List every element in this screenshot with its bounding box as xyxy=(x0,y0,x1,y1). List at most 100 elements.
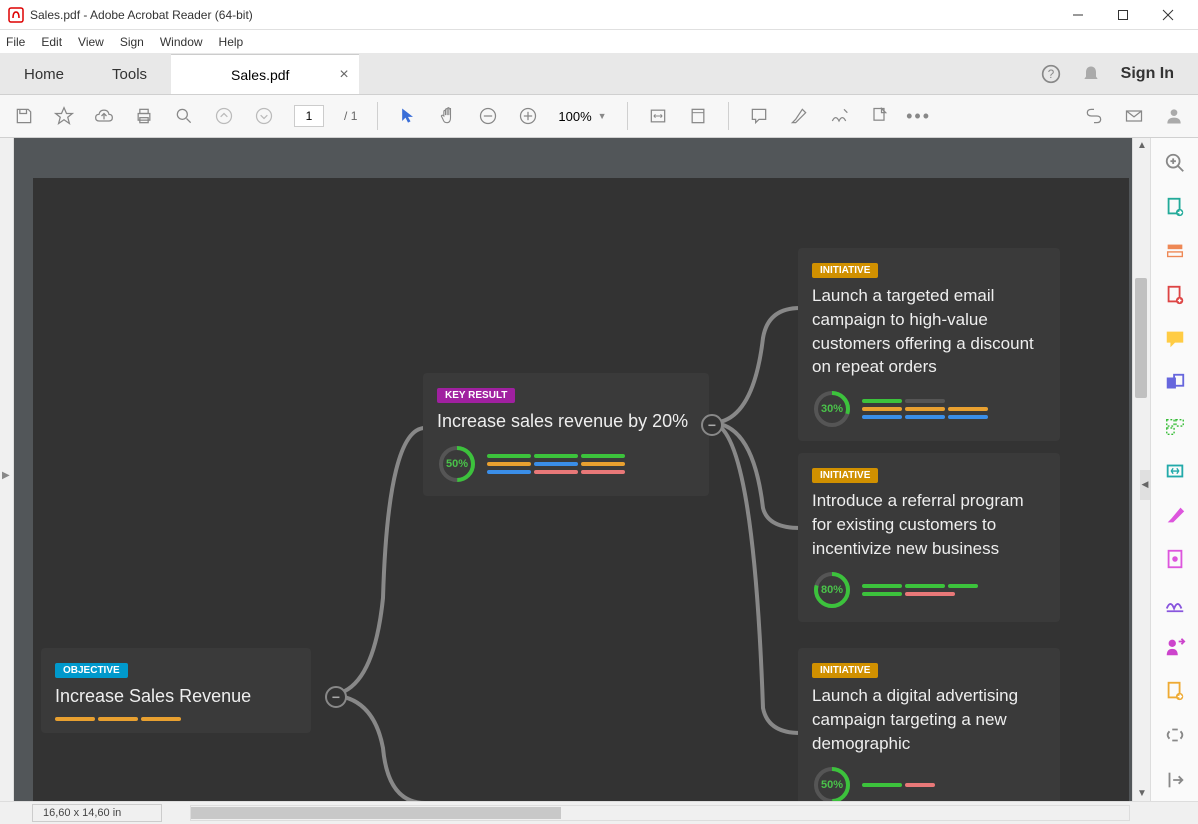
close-button[interactable] xyxy=(1145,0,1190,30)
bell-icon[interactable] xyxy=(1081,64,1101,84)
zoom-out-icon[interactable] xyxy=(478,106,498,126)
more-icon[interactable]: ••• xyxy=(909,106,929,126)
organize-icon[interactable] xyxy=(1164,416,1186,438)
redact-icon[interactable] xyxy=(1164,504,1186,526)
acrobat-icon xyxy=(8,7,24,23)
initiative-3-title: Launch a digital advertising campaign ta… xyxy=(812,684,1046,755)
fit-page-icon[interactable] xyxy=(688,106,708,126)
link-icon[interactable] xyxy=(1084,106,1104,126)
node-initiative-1: INITIATIVE Launch a targeted email campa… xyxy=(798,248,1060,441)
save-icon[interactable] xyxy=(14,106,34,126)
tab-home[interactable]: Home xyxy=(0,54,88,94)
maximize-button[interactable] xyxy=(1100,0,1145,30)
fit-width-icon[interactable] xyxy=(648,106,668,126)
scroll-down-icon[interactable]: ▼ xyxy=(1137,788,1147,799)
combine-icon[interactable] xyxy=(1164,372,1186,394)
initiative-2-title: Introduce a referral program for existin… xyxy=(812,489,1046,560)
tag-objective: OBJECTIVE xyxy=(55,663,128,678)
tag-initiative: INITIATIVE xyxy=(812,263,878,278)
right-tools-sidebar xyxy=(1150,138,1198,801)
tab-tools[interactable]: Tools xyxy=(88,54,171,94)
node-initiative-2: INITIATIVE Introduce a referral program … xyxy=(798,453,1060,622)
sign-icon[interactable] xyxy=(829,106,849,126)
expand-panel-icon[interactable] xyxy=(1164,769,1186,791)
zoom-in-icon[interactable] xyxy=(518,106,538,126)
hscroll-thumb[interactable] xyxy=(191,807,561,819)
page-down-icon[interactable] xyxy=(254,106,274,126)
star-icon[interactable] xyxy=(54,106,74,126)
separator xyxy=(627,102,628,130)
sign-in-link[interactable]: Sign In xyxy=(1121,65,1174,83)
send-comments-icon[interactable] xyxy=(1164,680,1186,702)
tag-initiative: INITIATIVE xyxy=(812,468,878,483)
initiative-1-title: Launch a targeted email campaign to high… xyxy=(812,284,1046,379)
node-key-result: KEY RESULT Increase sales revenue by 20%… xyxy=(423,373,709,496)
tab-document[interactable]: Sales.pdf × xyxy=(171,54,359,94)
highlight-icon[interactable] xyxy=(789,106,809,126)
collapse-toggle[interactable]: − xyxy=(325,686,347,708)
help-icon[interactable]: ? xyxy=(1041,64,1061,84)
request-sign-icon[interactable] xyxy=(1164,636,1186,658)
fill-sign-icon[interactable] xyxy=(1164,592,1186,614)
progress-ring: 50% xyxy=(812,765,852,801)
menu-window[interactable]: Window xyxy=(160,35,203,49)
separator xyxy=(728,102,729,130)
minimize-button[interactable] xyxy=(1055,0,1100,30)
edit-pdf-icon[interactable] xyxy=(1164,240,1186,262)
scroll-thumb[interactable] xyxy=(1135,278,1147,398)
stamp-icon[interactable] xyxy=(869,106,889,126)
objective-bars xyxy=(55,717,297,721)
search-plus-icon[interactable] xyxy=(1164,152,1186,174)
menu-view[interactable]: View xyxy=(78,35,104,49)
comment-tool-icon[interactable] xyxy=(1164,328,1186,350)
tab-close-icon[interactable]: × xyxy=(339,66,348,84)
expand-right-icon[interactable]: ▶ xyxy=(2,470,10,481)
scroll-up-icon[interactable]: ▲ xyxy=(1137,140,1147,151)
window-title: Sales.pdf - Adobe Acrobat Reader (64-bit… xyxy=(30,8,1055,22)
objective-title: Increase Sales Revenue xyxy=(55,684,297,709)
hand-tool-icon[interactable] xyxy=(438,106,458,126)
collapse-right-panel-icon[interactable]: ◀ xyxy=(1140,470,1150,500)
zoom-select[interactable]: 100%▼ xyxy=(558,109,606,124)
print-icon[interactable] xyxy=(134,106,154,126)
kr-bars xyxy=(487,454,625,474)
collapse-toggle[interactable]: − xyxy=(701,414,723,436)
menu-help[interactable]: Help xyxy=(219,35,244,49)
progress-ring: 80% xyxy=(812,570,852,610)
comment-icon[interactable] xyxy=(749,106,769,126)
document-viewport[interactable]: OBJECTIVE Increase Sales Revenue − KEY R… xyxy=(14,138,1132,801)
page-total: / 1 xyxy=(344,109,357,123)
init2-bars xyxy=(862,584,978,596)
svg-text:?: ? xyxy=(1047,68,1054,81)
progress-ring: 50% xyxy=(437,444,477,484)
tab-document-label: Sales.pdf xyxy=(231,67,289,83)
left-panel-gutter[interactable]: ▶ xyxy=(0,138,14,801)
more-tools-icon[interactable] xyxy=(1164,724,1186,746)
page-up-icon[interactable] xyxy=(214,106,234,126)
create-pdf-icon[interactable] xyxy=(1164,284,1186,306)
menu-edit[interactable]: Edit xyxy=(41,35,62,49)
init1-bars xyxy=(862,399,988,419)
key-result-title: Increase sales revenue by 20% xyxy=(437,409,695,434)
menu-file[interactable]: File xyxy=(6,35,25,49)
account-icon[interactable] xyxy=(1164,106,1184,126)
vertical-scrollbar[interactable]: ▲ ▼ ◀ xyxy=(1132,138,1150,801)
compress-icon[interactable] xyxy=(1164,460,1186,482)
toolbar: / 1 100%▼ ••• xyxy=(0,94,1198,138)
pdf-page: OBJECTIVE Increase Sales Revenue − KEY R… xyxy=(33,178,1129,801)
tab-row: Home Tools Sales.pdf × ? Sign In xyxy=(0,54,1198,94)
main-area: ▶ OBJECTIVE Increase Sales Revenue xyxy=(0,138,1198,801)
horizontal-scrollbar[interactable] xyxy=(190,805,1130,821)
select-tool-icon[interactable] xyxy=(398,106,418,126)
find-icon[interactable] xyxy=(174,106,194,126)
protect-icon[interactable] xyxy=(1164,548,1186,570)
node-objective: OBJECTIVE Increase Sales Revenue xyxy=(41,648,311,733)
tag-initiative: INITIATIVE xyxy=(812,663,878,678)
menu-sign[interactable]: Sign xyxy=(120,35,144,49)
email-icon[interactable] xyxy=(1124,106,1144,126)
page-number-input[interactable] xyxy=(294,105,324,127)
cloud-upload-icon[interactable] xyxy=(94,106,114,126)
page-dimensions: 16,60 x 14,60 in xyxy=(32,804,162,822)
menu-bar: File Edit View Sign Window Help xyxy=(0,30,1198,54)
export-pdf-icon[interactable] xyxy=(1164,196,1186,218)
